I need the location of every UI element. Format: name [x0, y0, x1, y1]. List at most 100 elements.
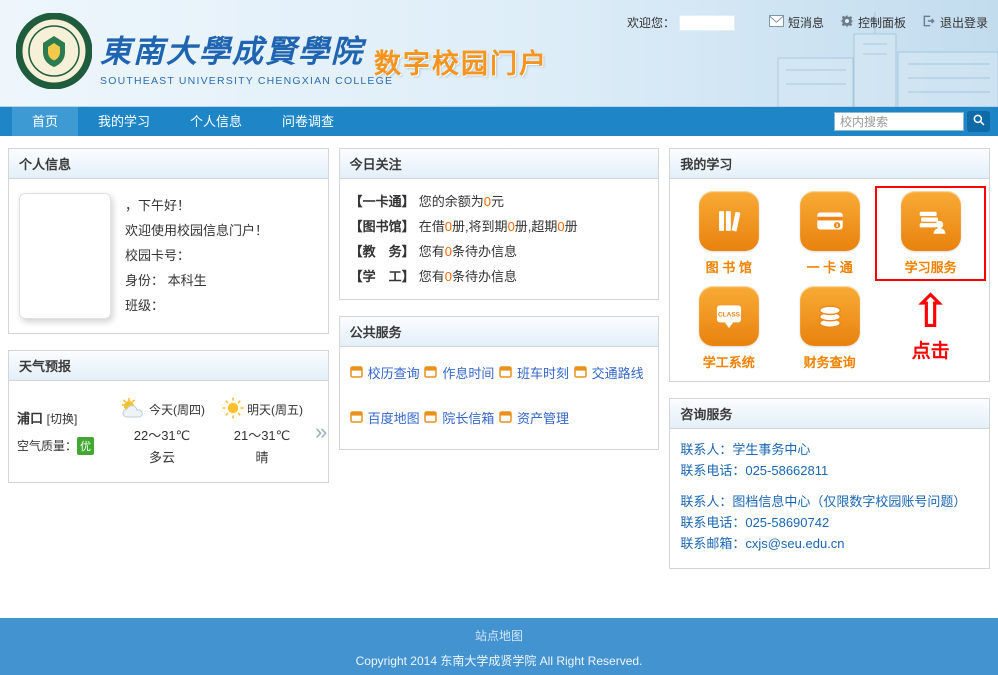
app-label: 一 卡 通	[807, 257, 853, 276]
sun-icon	[221, 397, 245, 422]
service-icon	[499, 365, 512, 381]
focus-text: 条待办信息	[452, 269, 517, 284]
service-link-traffic[interactable]: 交通路线	[574, 363, 649, 382]
app-finance-query[interactable]: 财务查询	[779, 286, 880, 371]
college-logo	[16, 13, 92, 94]
app-label: 学工系统	[703, 352, 755, 371]
weather-tomorrow-cond: 晴	[215, 447, 309, 466]
app-study-service[interactable]: 学习服务	[880, 191, 981, 276]
service-link-assets[interactable]: 资产管理	[499, 408, 574, 427]
logout-link[interactable]: 退出登录	[922, 14, 988, 31]
college-name-cn: 東南大學成賢學院	[100, 26, 393, 71]
consult-panel: 咨询服务 联系人：学生事务中心 联系电话：025-58662811 联系人：图档…	[669, 398, 990, 569]
service-icon	[350, 365, 363, 381]
weather-today: 今天(周四) 22～31℃ 多云	[115, 397, 209, 466]
app-library[interactable]: 图 书 馆	[678, 191, 779, 276]
app-student-system[interactable]: CLASS 学工系统	[678, 286, 779, 371]
personal-info-text: ，下午好！ 欢迎使用校园信息门户！ 校园卡号： 身份： 本科生 班级：	[125, 193, 268, 319]
weather-panel: 天气预报 浦口 [切换] 空气质量：优	[8, 350, 329, 483]
weather-today-cond: 多云	[115, 447, 209, 466]
air-quality-label: 空气质量：	[17, 439, 77, 453]
search-button[interactable]	[967, 111, 990, 132]
consult-email: 联系邮箱：cxjs@seu.edu.cn	[680, 533, 979, 554]
greeting-line: ，下午好！	[125, 193, 268, 218]
weather-city: 浦口	[17, 411, 43, 426]
service-link-bus[interactable]: 班车时刻	[499, 363, 574, 382]
user-photo	[19, 193, 111, 319]
service-link-baidu-map[interactable]: 百度地图	[350, 408, 425, 427]
app-label: 财务查询	[804, 352, 856, 371]
left-column: 个人信息 ，下午好！ 欢迎使用校园信息门户！ 校园卡号： 身份： 本科生 班级：	[8, 148, 329, 483]
messages-link[interactable]: 短消息	[769, 14, 824, 31]
portal-page: 東南大學成賢學院 SOUTHEAST UNIVERSITY CHENGXIAN …	[0, 0, 998, 675]
app-label: 学习服务	[905, 257, 957, 276]
air-quality-badge: 优	[77, 437, 94, 455]
nav-item-personal-info[interactable]: 个人信息	[170, 107, 262, 136]
focus-row-academic: 【教 务】您有0条待办信息	[350, 239, 649, 264]
copyright-text: Copyright 2014 东南大学成贤学院 All Right Reserv…	[0, 652, 998, 669]
focus-row-card: 【一卡通】您的余额为0元	[350, 189, 649, 214]
message-icon	[769, 15, 784, 30]
consult-title: 咨询服务	[670, 399, 989, 429]
service-label: 交通路线	[592, 363, 644, 382]
service-icon	[574, 365, 587, 381]
service-link-schedule[interactable]: 作息时间	[424, 363, 499, 382]
campus-card-icon	[800, 191, 860, 251]
weather-title: 天气预报	[9, 351, 328, 381]
click-annotation-label: 点击	[912, 336, 950, 363]
service-icon	[499, 410, 512, 426]
sitemap-link[interactable]: 站点地图	[475, 627, 523, 644]
main-content: 个人信息 ，下午好！ 欢迎使用校园信息门户！ 校园卡号： 身份： 本科生 班级：	[0, 136, 998, 618]
identity-line: 身份： 本科生	[125, 268, 268, 293]
nav-item-survey[interactable]: 问卷调查	[262, 107, 354, 136]
logout-label: 退出登录	[940, 14, 988, 31]
focus-text: 册,超期	[515, 219, 558, 234]
class-system-icon: CLASS	[699, 286, 759, 346]
today-focus-panel: 今日关注 【一卡通】您的余额为0元 【图书馆】在借0册,将到期0册,超期0册 【…	[339, 148, 660, 300]
consult-phone-1: 联系电话：025-58662811	[680, 460, 979, 481]
college-name-block: 東南大學成賢學院 SOUTHEAST UNIVERSITY CHENGXIAN …	[100, 26, 393, 87]
personal-info-title: 个人信息	[9, 149, 328, 179]
control-panel-link[interactable]: 控制面板	[840, 14, 906, 31]
focus-tag: 【教 务】	[350, 244, 415, 259]
focus-tag: 【图书馆】	[350, 219, 415, 234]
search-icon	[972, 113, 986, 130]
identity-value: 本科生	[168, 273, 207, 288]
service-icon	[424, 410, 437, 426]
study-service-icon	[901, 191, 961, 251]
service-link-calendar[interactable]: 校历查询	[350, 363, 425, 382]
main-nav: 首页 我的学习 个人信息 问卷调查	[0, 107, 998, 136]
nav-item-my-learning[interactable]: 我的学习	[78, 107, 170, 136]
up-arrow-annotation-icon: ⇧	[911, 288, 950, 334]
nav-item-home[interactable]: 首页	[12, 107, 78, 136]
focus-number: 0	[508, 219, 515, 234]
right-column: 我的学习 图 书 馆 一 卡 通	[669, 148, 990, 569]
weather-tomorrow-temp: 21～31℃	[215, 425, 309, 444]
my-learning-panel: 我的学习 图 书 馆 一 卡 通	[669, 148, 990, 382]
service-label: 校历查询	[368, 363, 420, 382]
weather-more-chevron[interactable]: »	[315, 419, 327, 445]
portal-title: 数字校园门户	[374, 42, 548, 81]
public-services-title: 公共服务	[340, 317, 659, 347]
app-campus-card[interactable]: 一 卡 通	[779, 191, 880, 276]
service-icon	[424, 365, 437, 381]
weather-today-temp: 22～31℃	[115, 425, 209, 444]
focus-number: 0	[557, 219, 564, 234]
control-panel-label: 控制面板	[858, 14, 906, 31]
welcome-label: 欢迎您：	[627, 14, 675, 31]
weather-city-switch[interactable]: [切换]	[47, 412, 78, 426]
service-label: 百度地图	[368, 408, 420, 427]
consult-phone-2: 联系电话：025-58690742	[680, 512, 979, 533]
library-icon	[699, 191, 759, 251]
public-services-panel: 公共服务 校历查询 作息时间 班车时刻 交通路线 百度地图 院长信箱 资产管理	[339, 316, 660, 450]
search-input[interactable]	[834, 112, 964, 131]
college-name-en: SOUTHEAST UNIVERSITY CHENGXIAN COLLEGE	[100, 75, 393, 87]
service-link-dean-mailbox[interactable]: 院长信箱	[424, 408, 499, 427]
focus-text: 您有	[419, 244, 445, 259]
card-no-line: 校园卡号：	[125, 243, 268, 268]
messages-label: 短消息	[788, 14, 824, 31]
personal-info-panel: 个人信息 ，下午好！ 欢迎使用校园信息门户！ 校园卡号： 身份： 本科生 班级：	[8, 148, 329, 334]
focus-row-library: 【图书馆】在借0册,将到期0册,超期0册	[350, 214, 649, 239]
focus-tag: 【一卡通】	[350, 194, 415, 209]
consult-contact-1: 联系人：学生事务中心	[680, 439, 979, 460]
